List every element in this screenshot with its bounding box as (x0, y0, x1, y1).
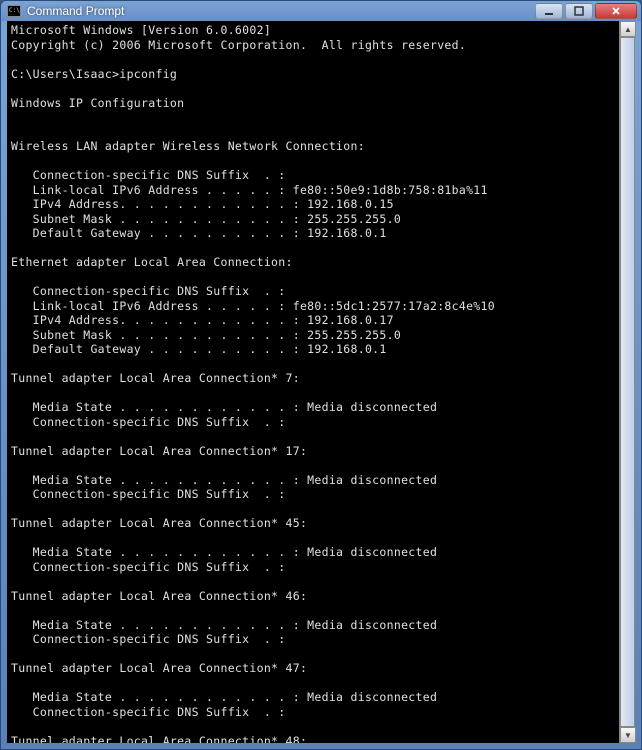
scroll-thumb[interactable] (620, 37, 635, 727)
terminal-output[interactable]: Microsoft Windows [Version 6.0.6002] Cop… (7, 21, 635, 743)
cmd-icon (7, 5, 21, 17)
command-prompt-window: Command Prompt Microsoft Windows [Versio… (0, 0, 642, 750)
window-title: Command Prompt (27, 4, 124, 18)
title-left: Command Prompt (7, 4, 124, 18)
scroll-up-button[interactable]: ▲ (620, 21, 636, 37)
minimize-icon (544, 6, 554, 16)
scroll-track[interactable] (620, 37, 635, 727)
titlebar[interactable]: Command Prompt (1, 1, 641, 21)
maximize-button[interactable] (565, 3, 593, 19)
window-controls (535, 3, 637, 19)
close-button[interactable] (595, 3, 637, 19)
minimize-button[interactable] (535, 3, 563, 19)
close-icon (611, 6, 621, 16)
scroll-down-button[interactable]: ▼ (620, 727, 636, 743)
maximize-icon (574, 6, 584, 16)
vertical-scrollbar[interactable]: ▲ ▼ (619, 21, 635, 743)
